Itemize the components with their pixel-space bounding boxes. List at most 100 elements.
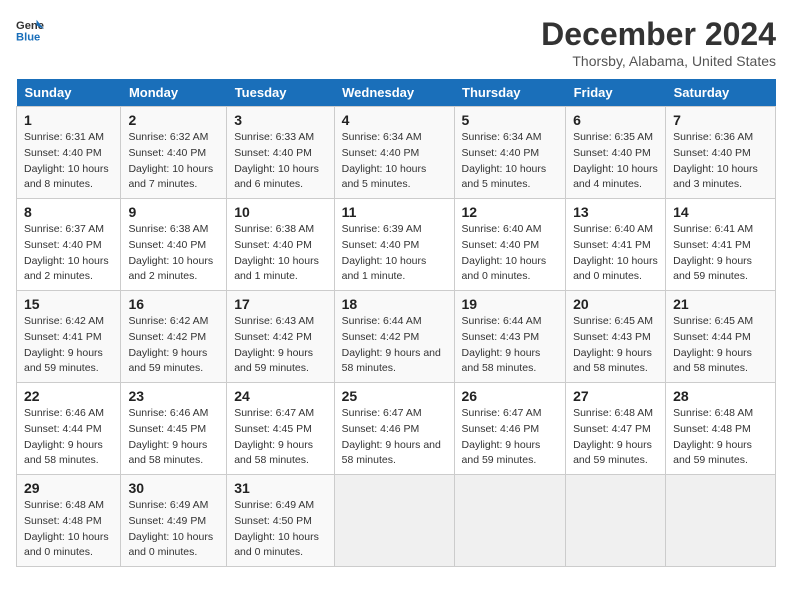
day-number: 3: [234, 112, 326, 128]
calendar-cell: 13 Sunrise: 6:40 AMSunset: 4:41 PMDayligh…: [566, 199, 666, 291]
day-number: 1: [24, 112, 113, 128]
calendar-cell: 2 Sunrise: 6:32 AMSunset: 4:40 PMDaylight…: [121, 107, 227, 199]
col-header-sunday: Sunday: [17, 79, 121, 107]
calendar-cell: 31 Sunrise: 6:49 AMSunset: 4:50 PMDayligh…: [227, 475, 334, 567]
day-number: 14: [673, 204, 768, 220]
day-number: 15: [24, 296, 113, 312]
day-number: 25: [342, 388, 447, 404]
calendar-cell: 10Sunrise: 6:38 AMSunset: 4:40 PMDayligh…: [227, 199, 334, 291]
calendar-cell: 27 Sunrise: 6:48 AMSunset: 4:47 PMDayligh…: [566, 383, 666, 475]
calendar-cell: 1 Sunrise: 6:31 AMSunset: 4:40 PMDaylight…: [17, 107, 121, 199]
main-title: December 2024: [541, 16, 776, 53]
day-info: Sunrise: 6:46 AMSunset: 4:45 PMDaylight:…: [128, 406, 219, 469]
day-number: 9: [128, 204, 219, 220]
day-info: Sunrise: 6:42 AMSunset: 4:42 PMDaylight:…: [128, 314, 219, 377]
calendar-cell: 19Sunrise: 6:44 AMSunset: 4:43 PMDayligh…: [454, 291, 566, 383]
day-number: 24: [234, 388, 326, 404]
day-number: 2: [128, 112, 219, 128]
day-number: 8: [24, 204, 113, 220]
calendar-cell: 14 Sunrise: 6:41 AMSunset: 4:41 PMDayligh…: [666, 199, 776, 291]
calendar-cell: 20Sunrise: 6:45 AMSunset: 4:43 PMDayligh…: [566, 291, 666, 383]
week-row-3: 15 Sunrise: 6:42 AMSunset: 4:41 PMDayligh…: [17, 291, 776, 383]
calendar-cell: 22 Sunrise: 6:46 AMSunset: 4:44 PMDayligh…: [17, 383, 121, 475]
week-row-4: 22 Sunrise: 6:46 AMSunset: 4:44 PMDayligh…: [17, 383, 776, 475]
page-header: General Blue December 2024 Thorsby, Alab…: [16, 16, 776, 69]
day-info: Sunrise: 6:37 AMSunset: 4:40 PMDaylight:…: [24, 222, 113, 285]
title-area: December 2024 Thorsby, Alabama, United S…: [541, 16, 776, 69]
day-number: 29: [24, 480, 113, 496]
day-info: Sunrise: 6:44 AMSunset: 4:43 PMDaylight:…: [462, 314, 559, 377]
day-number: 4: [342, 112, 447, 128]
calendar-cell: [666, 475, 776, 567]
col-header-monday: Monday: [121, 79, 227, 107]
calendar-cell: 17 Sunrise: 6:43 AMSunset: 4:42 PMDayligh…: [227, 291, 334, 383]
calendar-cell: 15 Sunrise: 6:42 AMSunset: 4:41 PMDayligh…: [17, 291, 121, 383]
day-number: 6: [573, 112, 658, 128]
svg-text:Blue: Blue: [16, 31, 40, 43]
day-info: Sunrise: 6:41 AMSunset: 4:41 PMDaylight:…: [673, 222, 768, 285]
logo-icon: General Blue: [16, 16, 44, 44]
day-info: Sunrise: 6:39 AMSunset: 4:40 PMDaylight:…: [342, 222, 447, 285]
day-number: 27: [573, 388, 658, 404]
day-info: Sunrise: 6:46 AMSunset: 4:44 PMDaylight:…: [24, 406, 113, 469]
calendar-cell: [566, 475, 666, 567]
calendar-cell: 11 Sunrise: 6:39 AMSunset: 4:40 PMDayligh…: [334, 199, 454, 291]
calendar-table: SundayMondayTuesdayWednesdayThursdayFrid…: [16, 79, 776, 567]
day-info: Sunrise: 6:44 AMSunset: 4:42 PMDaylight:…: [342, 314, 447, 377]
day-number: 26: [462, 388, 559, 404]
day-info: Sunrise: 6:49 AMSunset: 4:50 PMDaylight:…: [234, 498, 326, 561]
day-info: Sunrise: 6:31 AMSunset: 4:40 PMDaylight:…: [24, 130, 113, 193]
day-number: 20: [573, 296, 658, 312]
calendar-cell: [334, 475, 454, 567]
day-info: Sunrise: 6:34 AMSunset: 4:40 PMDaylight:…: [342, 130, 447, 193]
col-header-saturday: Saturday: [666, 79, 776, 107]
day-number: 22: [24, 388, 113, 404]
week-row-1: 1 Sunrise: 6:31 AMSunset: 4:40 PMDaylight…: [17, 107, 776, 199]
calendar-cell: 12Sunrise: 6:40 AMSunset: 4:40 PMDayligh…: [454, 199, 566, 291]
day-info: Sunrise: 6:34 AMSunset: 4:40 PMDaylight:…: [462, 130, 559, 193]
calendar-cell: 23 Sunrise: 6:46 AMSunset: 4:45 PMDayligh…: [121, 383, 227, 475]
day-number: 12: [462, 204, 559, 220]
day-number: 23: [128, 388, 219, 404]
calendar-cell: 29Sunrise: 6:48 AMSunset: 4:48 PMDayligh…: [17, 475, 121, 567]
logo: General Blue: [16, 16, 44, 44]
day-info: Sunrise: 6:43 AMSunset: 4:42 PMDaylight:…: [234, 314, 326, 377]
calendar-cell: 8 Sunrise: 6:37 AMSunset: 4:40 PMDaylight…: [17, 199, 121, 291]
day-number: 11: [342, 204, 447, 220]
day-info: Sunrise: 6:36 AMSunset: 4:40 PMDaylight:…: [673, 130, 768, 193]
day-info: Sunrise: 6:48 AMSunset: 4:47 PMDaylight:…: [573, 406, 658, 469]
week-row-5: 29Sunrise: 6:48 AMSunset: 4:48 PMDayligh…: [17, 475, 776, 567]
col-header-wednesday: Wednesday: [334, 79, 454, 107]
day-number: 21: [673, 296, 768, 312]
day-number: 5: [462, 112, 559, 128]
col-header-tuesday: Tuesday: [227, 79, 334, 107]
day-number: 30: [128, 480, 219, 496]
day-info: Sunrise: 6:47 AMSunset: 4:45 PMDaylight:…: [234, 406, 326, 469]
calendar-cell: 25 Sunrise: 6:47 AMSunset: 4:46 PMDayligh…: [334, 383, 454, 475]
day-number: 17: [234, 296, 326, 312]
day-number: 16: [128, 296, 219, 312]
calendar-cell: 26 Sunrise: 6:47 AMSunset: 4:46 PMDayligh…: [454, 383, 566, 475]
calendar-cell: 7Sunrise: 6:36 AMSunset: 4:40 PMDaylight…: [666, 107, 776, 199]
calendar-cell: 30Sunrise: 6:49 AMSunset: 4:49 PMDayligh…: [121, 475, 227, 567]
calendar-cell: 16 Sunrise: 6:42 AMSunset: 4:42 PMDayligh…: [121, 291, 227, 383]
calendar-cell: 21Sunrise: 6:45 AMSunset: 4:44 PMDayligh…: [666, 291, 776, 383]
day-info: Sunrise: 6:32 AMSunset: 4:40 PMDaylight:…: [128, 130, 219, 193]
subtitle: Thorsby, Alabama, United States: [541, 53, 776, 69]
day-number: 31: [234, 480, 326, 496]
day-info: Sunrise: 6:47 AMSunset: 4:46 PMDaylight:…: [462, 406, 559, 469]
col-header-friday: Friday: [566, 79, 666, 107]
day-number: 28: [673, 388, 768, 404]
day-info: Sunrise: 6:40 AMSunset: 4:41 PMDaylight:…: [573, 222, 658, 285]
calendar-cell: 28 Sunrise: 6:48 AMSunset: 4:48 PMDayligh…: [666, 383, 776, 475]
calendar-cell: 18Sunrise: 6:44 AMSunset: 4:42 PMDayligh…: [334, 291, 454, 383]
day-info: Sunrise: 6:47 AMSunset: 4:46 PMDaylight:…: [342, 406, 447, 469]
day-info: Sunrise: 6:38 AMSunset: 4:40 PMDaylight:…: [128, 222, 219, 285]
day-info: Sunrise: 6:42 AMSunset: 4:41 PMDaylight:…: [24, 314, 113, 377]
calendar-cell: 6Sunrise: 6:35 AMSunset: 4:40 PMDaylight…: [566, 107, 666, 199]
day-number: 13: [573, 204, 658, 220]
calendar-cell: 4 Sunrise: 6:34 AMSunset: 4:40 PMDaylight…: [334, 107, 454, 199]
day-info: Sunrise: 6:38 AMSunset: 4:40 PMDaylight:…: [234, 222, 326, 285]
calendar-cell: 5 Sunrise: 6:34 AMSunset: 4:40 PMDaylight…: [454, 107, 566, 199]
day-info: Sunrise: 6:48 AMSunset: 4:48 PMDaylight:…: [673, 406, 768, 469]
